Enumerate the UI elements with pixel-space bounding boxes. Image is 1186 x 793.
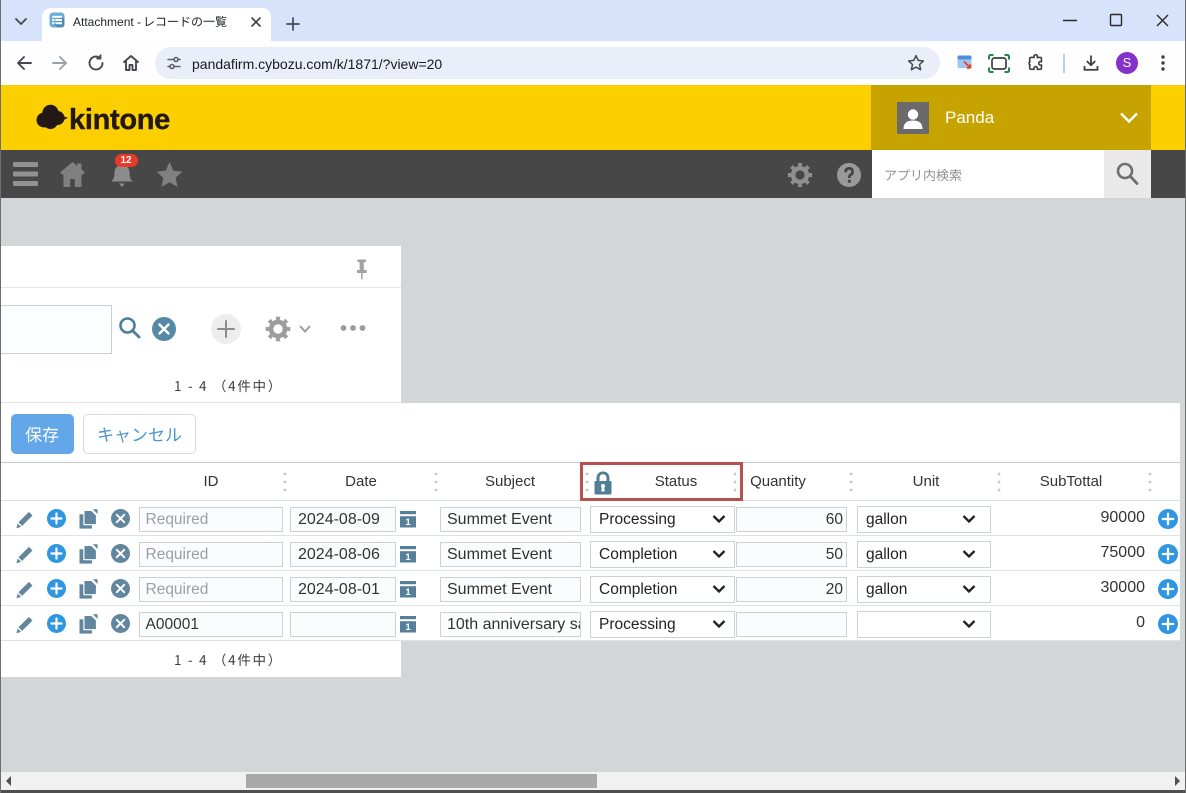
svg-text:1: 1 xyxy=(405,622,411,633)
svg-text:1: 1 xyxy=(405,517,411,528)
svg-text:1: 1 xyxy=(405,587,411,598)
svg-text:1: 1 xyxy=(405,552,411,563)
